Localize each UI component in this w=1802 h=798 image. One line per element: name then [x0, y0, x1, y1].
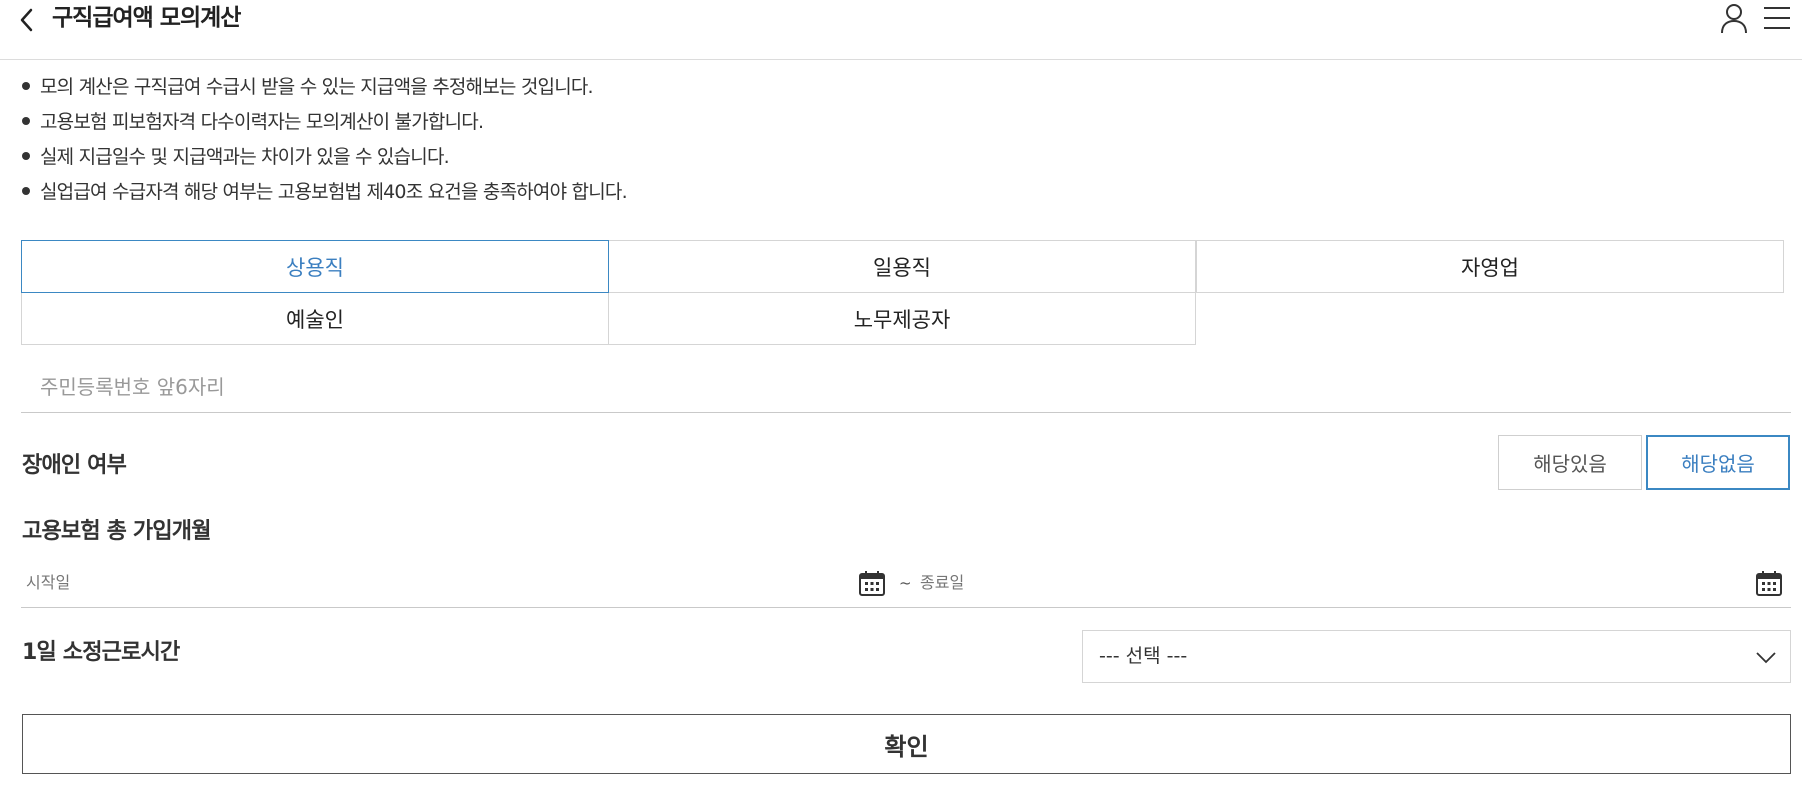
confirm-button[interactable]: 확인 — [22, 714, 1791, 774]
bullet-icon — [22, 151, 30, 160]
notice-item: 모의 계산은 구직급여 수급시 받을 수 있는 지급액을 추정해보는 것입니다. — [22, 70, 627, 105]
tab-daily[interactable]: 일용직 — [608, 240, 1196, 293]
notice-text: 고용보험 피보험자격 다수이력자는 모의계산이 불가합니다. — [40, 111, 484, 133]
disability-yes-button[interactable]: 해당있음 — [1498, 435, 1642, 490]
tab-self-employed[interactable]: 자영업 — [1196, 240, 1784, 293]
calendar-icon — [1756, 571, 1782, 596]
notice-item: 실업급여 수급자격 해당 여부는 고용보험법 제40조 요건을 충족하여야 합니… — [22, 175, 628, 210]
notice-text: 모의 계산은 구직급여 수급시 받을 수 있는 지급액을 추정해보는 것입니다. — [40, 76, 594, 98]
notice-item: 실제 지급일수 및 지급액과는 차이가 있을 수 있습니다. — [22, 140, 627, 175]
user-button[interactable] — [1718, 0, 1750, 36]
insurance-date-range: 시작일 ~ 종료일 — [21, 558, 1791, 608]
chevron-left-icon — [20, 8, 33, 32]
resident-number-input[interactable] — [21, 362, 1791, 413]
end-date-calendar-button[interactable] — [1754, 568, 1784, 598]
disability-no-button[interactable]: 해당없음 — [1646, 435, 1790, 490]
date-separator: ~ — [899, 574, 912, 592]
tab-labor-provider[interactable]: 노무제공자 — [608, 292, 1196, 345]
start-date-field[interactable]: 시작일 — [26, 558, 70, 608]
disability-label: 장애인 여부 — [22, 453, 127, 478]
employment-type-tabs: 상용직 일용직 자영업 예술인 노무제공자 — [21, 240, 1785, 345]
tab-artist[interactable]: 예술인 — [21, 292, 609, 345]
working-hours-selected: --- 선택 --- — [1099, 645, 1188, 667]
tab-regular[interactable]: 상용직 — [21, 240, 609, 293]
page-header: 구직급여액 모의계산 — [0, 0, 1802, 60]
notice-text: 실제 지급일수 및 지급액과는 차이가 있을 수 있습니다. — [40, 146, 450, 168]
notice-item: 고용보험 피보험자격 다수이력자는 모의계산이 불가합니다. — [22, 105, 627, 140]
chevron-down-icon — [1756, 652, 1776, 664]
end-date-field[interactable]: 종료일 — [920, 558, 964, 608]
start-date-calendar-button[interactable] — [857, 568, 887, 598]
calendar-icon — [859, 571, 885, 596]
menu-button[interactable] — [1760, 0, 1794, 36]
back-button[interactable] — [12, 2, 42, 38]
page-title: 구직급여액 모의계산 — [52, 5, 241, 31]
bullet-icon — [22, 186, 30, 195]
notice-list: 모의 계산은 구직급여 수급시 받을 수 있는 지급액을 추정해보는 것입니다.… — [22, 70, 628, 210]
working-hours-label: 1일 소정근로시간 — [22, 640, 180, 665]
working-hours-select[interactable]: --- 선택 --- — [1082, 630, 1791, 683]
insurance-period-label: 고용보험 총 가입개월 — [22, 519, 211, 544]
bullet-icon — [22, 81, 30, 90]
notice-text: 실업급여 수급자격 해당 여부는 고용보험법 제40조 요건을 충족하여야 합니… — [40, 181, 628, 203]
hamburger-menu-icon — [1764, 7, 1790, 29]
user-icon — [1721, 4, 1747, 34]
bullet-icon — [22, 116, 30, 125]
